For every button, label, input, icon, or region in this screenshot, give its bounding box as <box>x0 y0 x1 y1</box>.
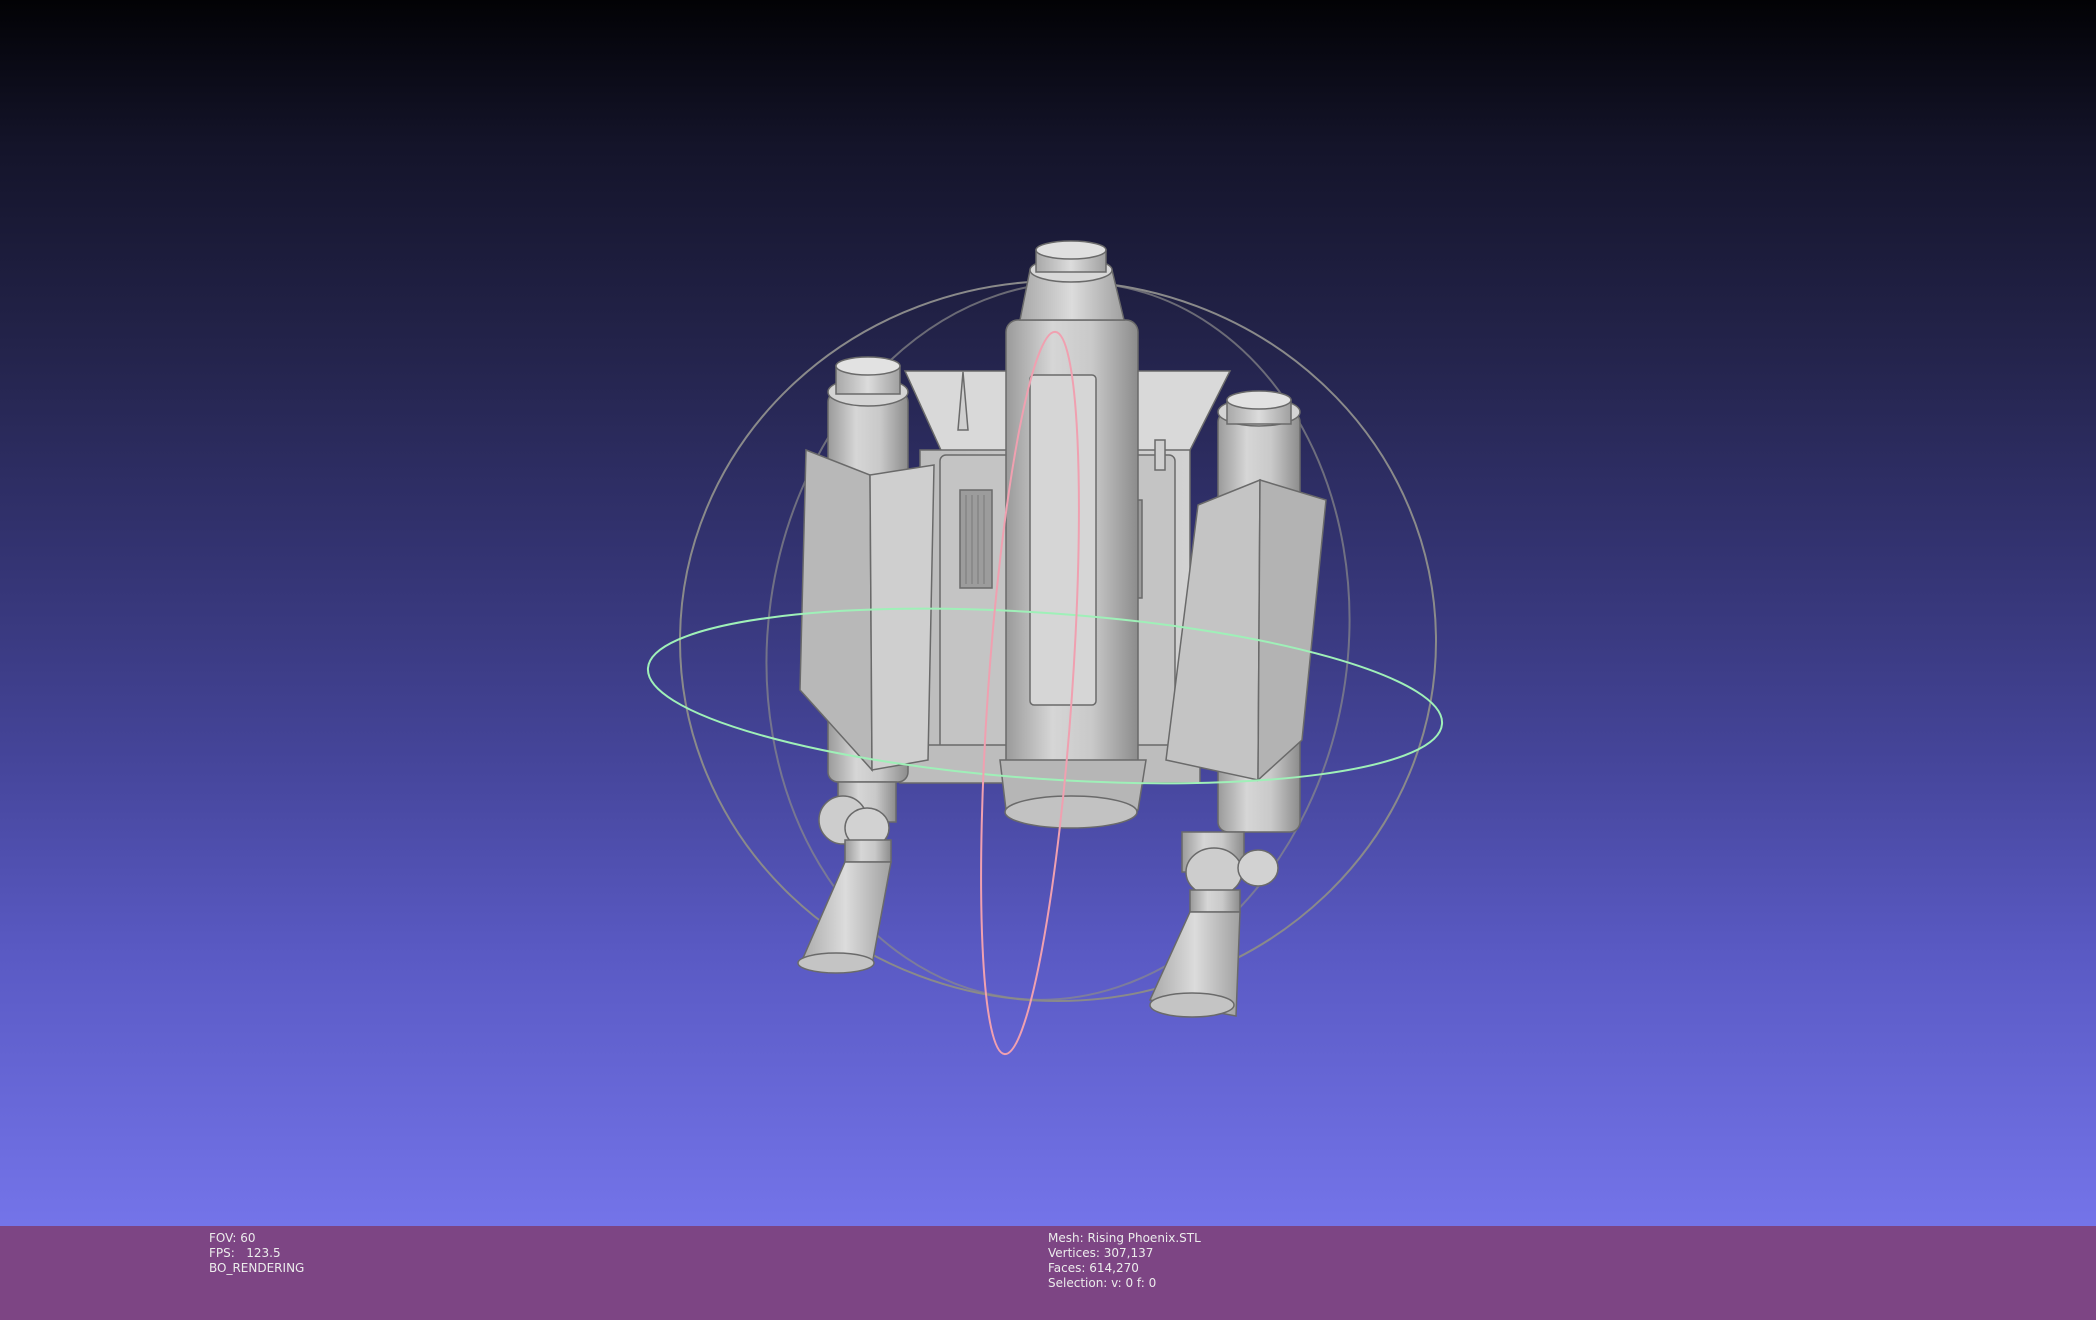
scene-canvas[interactable] <box>0 0 2096 1226</box>
faces-readout: Faces: 614,270 <box>1048 1261 1139 1275</box>
fov-readout: FOV: 60 <box>209 1231 256 1245</box>
mesh-info: Mesh: Rising Phoenix.STL Vertices: 307,1… <box>1048 1231 1201 1291</box>
render-mode-readout: BO_RENDERING <box>209 1261 305 1275</box>
selection-readout: Selection: v: 0 f: 0 <box>1048 1276 1157 1290</box>
status-bar: FOV: 60 FPS: 123.5 BO_RENDERING Mesh: Ri… <box>0 1226 2096 1320</box>
mesh-name-readout: Mesh: Rising Phoenix.STL <box>1048 1231 1201 1245</box>
fps-readout: FPS: 123.5 <box>209 1246 281 1260</box>
vertices-readout: Vertices: 307,137 <box>1048 1246 1154 1260</box>
render-info: FOV: 60 FPS: 123.5 BO_RENDERING <box>209 1231 304 1276</box>
3d-viewport[interactable] <box>0 0 2096 1226</box>
